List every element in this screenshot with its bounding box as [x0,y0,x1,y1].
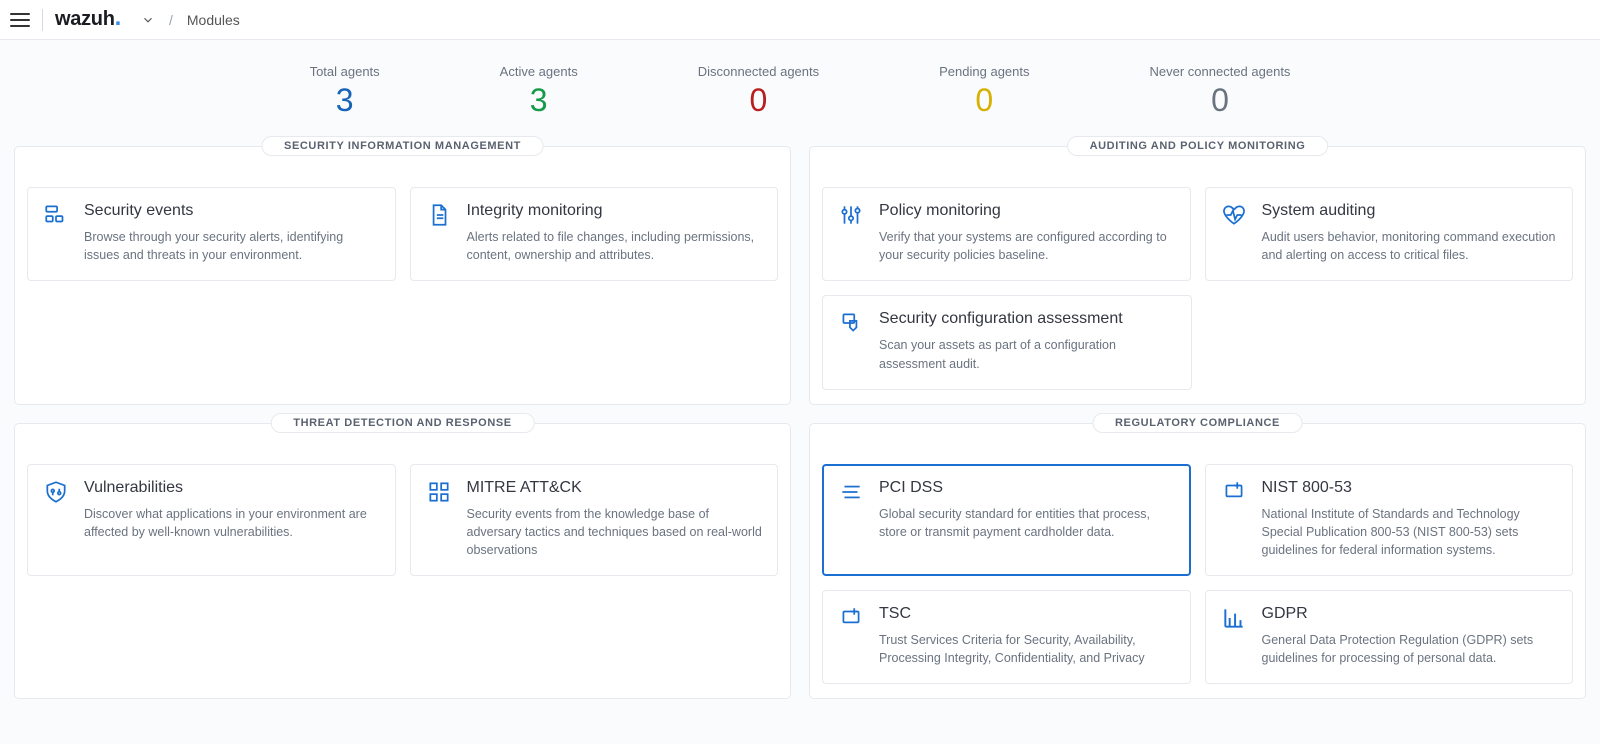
card-nist-800-53[interactable]: NIST 800-53 National Institute of Standa… [1205,464,1574,576]
card-security-configuration-assessment[interactable]: Security configuration assessment Scan y… [822,295,1192,389]
card-title: Security events [84,202,381,220]
card-desc: Trust Services Criteria for Security, Av… [879,631,1176,667]
stat-never-connected-agents[interactable]: Never connected agents 0 [1150,64,1291,118]
panel-threat-detection-response: THREAT DETECTION AND RESPONSE Vulnerabil… [14,423,791,700]
panel-auditing-policy-monitoring: AUDITING AND POLICY MONITORING Policy mo… [809,146,1586,405]
security-events-icon [42,202,70,230]
brand-logo[interactable]: wazuh. [55,8,121,31]
breadcrumb: Modules [187,12,240,28]
card-vulnerabilities[interactable]: Vulnerabilities Discover what applicatio… [27,464,396,576]
menu-toggle-button[interactable] [10,10,30,30]
stat-label: Disconnected agents [698,64,819,79]
card-pci-dss[interactable]: PCI DSS Global security standard for ent… [822,464,1191,576]
brand-text: wazuh [55,8,115,31]
card-system-auditing[interactable]: System auditing Audit users behavior, mo… [1205,187,1574,281]
card-desc: Discover what applications in your envir… [84,505,381,541]
card-gdpr[interactable]: GDPR General Data Protection Regulation … [1205,590,1574,684]
stat-label: Never connected agents [1150,64,1291,79]
module-panels: SECURITY INFORMATION MANAGEMENT Security… [0,146,1600,729]
stat-pending-agents[interactable]: Pending agents 0 [939,64,1029,118]
stat-value: 0 [939,83,1029,118]
stat-active-agents[interactable]: Active agents 3 [500,64,578,118]
card-desc: Verify that your systems are configured … [879,228,1176,264]
card-desc: General Data Protection Regulation (GDPR… [1262,631,1559,667]
panel-title: AUDITING AND POLICY MONITORING [1067,136,1329,156]
card-title: Vulnerabilities [84,479,381,497]
stat-value: 3 [500,83,578,118]
panel-title: REGULATORY COMPLIANCE [1092,413,1303,433]
card-title: System auditing [1262,202,1559,220]
card-security-events[interactable]: Security events Browse through your secu… [27,187,396,281]
chevron-down-icon[interactable] [141,13,155,27]
card-title: Integrity monitoring [467,202,764,220]
panel-title: THREAT DETECTION AND RESPONSE [270,413,534,433]
stat-value: 0 [1150,83,1291,118]
card-title: Policy monitoring [879,202,1176,220]
card-desc: Scan your assets as part of a configurat… [879,336,1177,372]
heart-activity-icon [1220,202,1248,230]
card-desc: Global security standard for entities th… [879,505,1176,541]
stack-icon [837,479,865,507]
panel-title: SECURITY INFORMATION MANAGEMENT [261,136,544,156]
card-mitre-attack[interactable]: MITRE ATT&CK Security events from the kn… [410,464,779,576]
sliders-icon [837,202,865,230]
card-title: TSC [879,605,1176,623]
stat-value: 0 [698,83,819,118]
card-tsc[interactable]: TSC Trust Services Criteria for Security… [822,590,1191,684]
card-title: GDPR [1262,605,1559,623]
shield-sliders-icon [42,479,70,507]
stat-total-agents[interactable]: Total agents 3 [310,64,380,118]
bar-chart-icon [1220,605,1248,633]
panel-security-information-management: SECURITY INFORMATION MANAGEMENT Security… [14,146,791,405]
agent-stats: Total agents 3 Active agents 3 Disconnec… [0,40,1600,146]
stat-label: Total agents [310,64,380,79]
document-plus-icon [1220,479,1248,507]
card-title: NIST 800-53 [1262,479,1559,497]
card-desc: Audit users behavior, monitoring command… [1262,228,1559,264]
stat-label: Pending agents [939,64,1029,79]
document-plus-icon [837,605,865,633]
card-desc: National Institute of Standards and Tech… [1262,505,1559,559]
card-integrity-monitoring[interactable]: Integrity monitoring Alerts related to f… [410,187,779,281]
card-desc: Alerts related to file changes, includin… [467,228,764,264]
grid-icon [425,479,453,507]
divider [42,9,43,31]
card-title: PCI DSS [879,479,1176,497]
card-desc: Security events from the knowledge base … [467,505,764,559]
panel-regulatory-compliance: REGULATORY COMPLIANCE PCI DSS Global sec… [809,423,1586,700]
stat-disconnected-agents[interactable]: Disconnected agents 0 [698,64,819,118]
card-policy-monitoring[interactable]: Policy monitoring Verify that your syste… [822,187,1191,281]
file-icon [425,202,453,230]
stat-label: Active agents [500,64,578,79]
topbar: wazuh. / Modules [0,0,1600,40]
card-desc: Browse through your security alerts, ide… [84,228,381,264]
stat-value: 3 [310,83,380,118]
shield-badge-icon [837,310,865,338]
card-title: Security configuration assessment [879,310,1177,328]
breadcrumb-separator: / [169,12,173,28]
card-title: MITRE ATT&CK [467,479,764,497]
